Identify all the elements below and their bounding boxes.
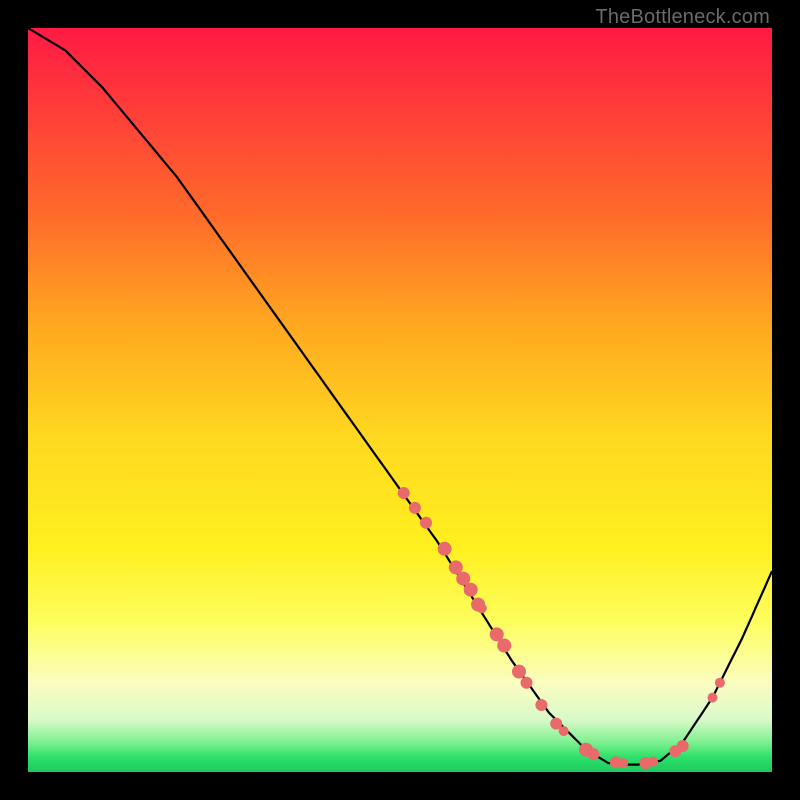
bottleneck-curve	[28, 28, 772, 765]
data-point	[398, 487, 410, 499]
data-point	[512, 665, 526, 679]
data-point	[521, 677, 533, 689]
data-point	[715, 678, 725, 688]
data-point	[497, 639, 511, 653]
data-point	[648, 757, 658, 767]
watermark-text: TheBottleneck.com	[595, 6, 770, 29]
data-point	[587, 748, 599, 760]
data-points	[398, 487, 725, 769]
data-point	[477, 603, 487, 613]
data-point	[464, 583, 478, 597]
data-point	[708, 693, 718, 703]
data-point	[420, 517, 432, 529]
data-point	[618, 758, 628, 768]
data-point	[438, 542, 452, 556]
data-point	[559, 726, 569, 736]
data-point	[677, 740, 689, 752]
data-point	[535, 699, 547, 711]
chart-svg	[28, 28, 772, 772]
plot-area	[28, 28, 772, 772]
data-point	[409, 502, 421, 514]
